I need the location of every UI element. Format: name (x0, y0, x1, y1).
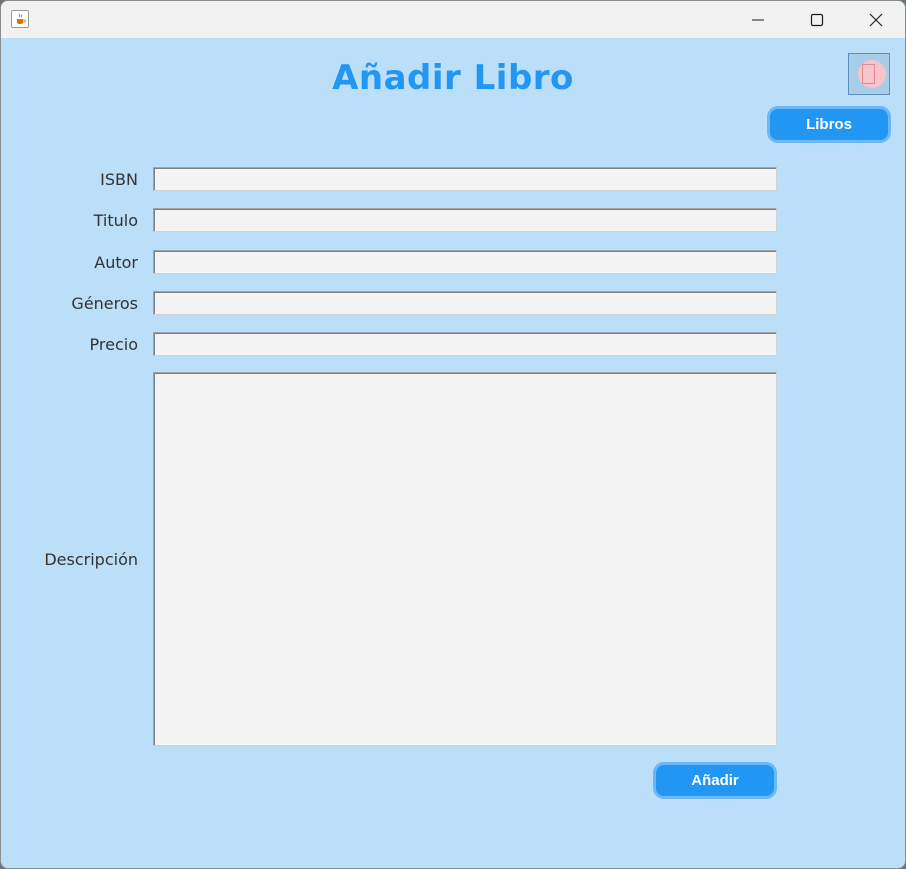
descripcion-textarea[interactable] (153, 372, 777, 746)
generos-label: Géneros (71, 294, 138, 313)
page-title: Añadir Libro (332, 58, 574, 98)
java-coffee-icon (11, 10, 29, 28)
autor-field[interactable] (153, 250, 777, 274)
maximize-icon (810, 13, 824, 27)
image-icon[interactable] (848, 53, 890, 95)
titulo-field[interactable] (153, 208, 777, 232)
maximize-button[interactable] (788, 1, 846, 38)
close-icon (869, 13, 883, 27)
generos-field[interactable] (153, 291, 777, 315)
isbn-label: ISBN (100, 170, 138, 189)
title-bar[interactable] (1, 1, 905, 38)
anadir-button[interactable]: Añadir (653, 762, 777, 799)
close-button[interactable] (847, 1, 905, 38)
autor-label: Autor (94, 253, 138, 272)
image-icon-glyph (862, 64, 875, 84)
isbn-field[interactable] (153, 167, 777, 191)
minimize-button[interactable] (729, 1, 787, 38)
precio-field[interactable] (153, 332, 777, 356)
app-window: Añadir Libro Libros ISBN Titulo Autor Gé… (0, 0, 906, 869)
descripcion-label: Descripción (44, 550, 138, 569)
minimize-icon (752, 19, 764, 21)
libros-button[interactable]: Libros (767, 106, 891, 143)
precio-label: Precio (89, 335, 138, 354)
form-panel: Añadir Libro Libros ISBN Titulo Autor Gé… (1, 38, 905, 868)
titulo-label: Titulo (93, 211, 138, 230)
